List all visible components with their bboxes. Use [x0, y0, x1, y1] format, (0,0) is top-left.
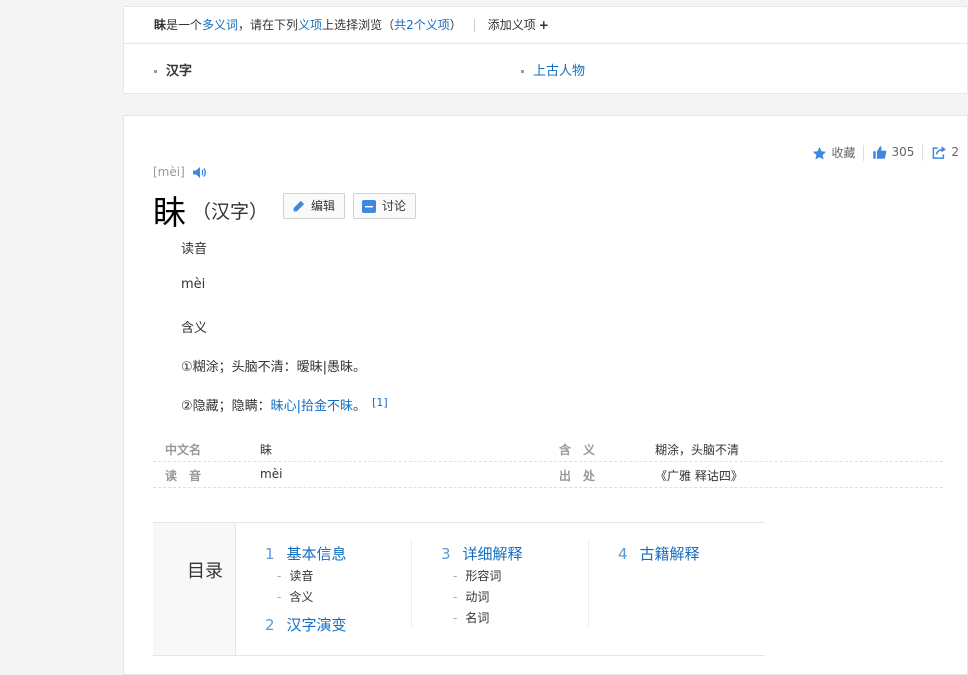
- reading-value: mèi: [181, 277, 206, 292]
- catalog-label: 汉字演变: [286, 616, 347, 634]
- catalog-title: 目录: [187, 561, 223, 582]
- edit-button[interactable]: 编辑: [283, 193, 346, 219]
- bullet-icon: [154, 70, 157, 73]
- catalog-item-detail[interactable]: 3 详细解释: [441, 543, 523, 564]
- catalog-number: 1: [265, 545, 275, 563]
- polysemy-bar: 眛是一个多义词，请在下列义项上选择浏览（共2个义项） 添加义项 +: [124, 7, 967, 44]
- catalog-sublabel: 读音: [289, 569, 314, 583]
- catalog-subitem-adjective[interactable]: - 形容词: [453, 567, 501, 584]
- basic-info-value: 糊涂，头脑不清: [655, 443, 740, 457]
- main-content: 收藏 305 2 [mèi] 眛 （汉字） 编辑 讨论 读音 mèi 含义 ①糊涂…: [123, 115, 968, 675]
- meaning-1: ①糊涂；头脑不清：暧昧|愚昧。: [181, 360, 367, 375]
- catalog-subitem-meaning[interactable]: - 含义: [277, 588, 313, 605]
- catalog-sublabel: 名词: [465, 611, 490, 625]
- polysemy-text: ，请在下列: [238, 18, 299, 32]
- catalog-number: 4: [618, 545, 628, 563]
- item-link[interactable]: 义项: [298, 18, 322, 32]
- meaning-2-end: 。: [353, 399, 367, 414]
- favorite-label: 收藏: [831, 146, 856, 160]
- catalog-subitem-noun[interactable]: - 名词: [453, 609, 489, 626]
- divider: [588, 539, 589, 627]
- edit-label: 编辑: [311, 199, 336, 213]
- meaning-2-link[interactable]: 昧心|拾金不昧: [271, 399, 353, 414]
- basic-info-name: 读 音: [165, 469, 202, 483]
- catalog-header: 目录: [153, 523, 236, 655]
- basic-info-row: 中文名 眛 含 义 糊涂，头脑不清: [153, 436, 943, 462]
- favorite-button[interactable]: 收藏: [812, 144, 855, 161]
- speaker-icon[interactable]: [192, 167, 206, 178]
- catalog-item-evolution[interactable]: 2 汉字演变: [265, 614, 347, 635]
- polysemy-word: 眛: [154, 18, 167, 32]
- catalog-sublabel: 动词: [465, 590, 490, 604]
- catalog-number: 2: [265, 616, 275, 634]
- catalog-subitem-reading[interactable]: - 读音: [277, 567, 313, 584]
- divider: [922, 144, 924, 161]
- catalog-item-ancient[interactable]: 4 古籍解释: [618, 543, 700, 564]
- bullet-icon: [521, 70, 524, 73]
- pinyin-text: [mèi]: [153, 165, 185, 179]
- catalog-number: 3: [441, 545, 451, 563]
- catalog-label: 古籍解释: [639, 545, 700, 563]
- basic-info-row: 读 音 mèi 出 处 《广雅 释诂四》: [153, 462, 943, 488]
- catalog-sublabel: 形容词: [465, 569, 502, 583]
- star-icon: [813, 146, 827, 160]
- share-icon: [932, 146, 947, 159]
- plus-icon: +: [538, 18, 549, 32]
- polysemy-item-hanzi[interactable]: 汉字: [154, 60, 192, 79]
- add-item-button[interactable]: 添加义项 +: [488, 18, 549, 32]
- item-count-link[interactable]: 共2个义项: [394, 18, 450, 32]
- divider: [473, 19, 475, 32]
- pencil-icon: [293, 200, 305, 212]
- polysemy-text: 是一个: [166, 18, 203, 32]
- basic-info-name: 含 义: [559, 443, 596, 457]
- meaning-2: ②隐藏；隐瞒：昧心|拾金不昧。 [1]: [181, 395, 388, 414]
- add-item-label: 添加义项: [487, 18, 536, 32]
- polysemy-link[interactable]: 多义词: [202, 18, 238, 32]
- basic-info: 中文名 眛 含 义 糊涂，头脑不清 读 音 mèi 出 处 《广雅 释诂四》: [153, 436, 943, 488]
- share-button[interactable]: 2: [931, 145, 959, 160]
- discuss-label: 讨论: [382, 199, 407, 213]
- basic-info-name: 出 处: [559, 469, 596, 483]
- discuss-button[interactable]: 讨论: [353, 193, 417, 219]
- like-button[interactable]: 305: [872, 145, 914, 160]
- polysemy-items: 汉字 上古人物: [124, 44, 967, 94]
- entry-title: 眛 （汉字）: [153, 186, 268, 234]
- polysemy-item-label[interactable]: 上古人物: [533, 64, 585, 79]
- entry-pinyin: [mèi]: [153, 165, 206, 179]
- heading-meaning: 含义: [181, 321, 208, 336]
- divider: [411, 539, 412, 627]
- basic-info-name: 中文名: [165, 443, 202, 457]
- catalog-sublabel: 含义: [289, 590, 314, 604]
- toolbar: 收藏 305 2: [812, 144, 959, 161]
- polysemy-text: ）: [449, 18, 462, 32]
- basic-info-value: mèi: [260, 467, 283, 481]
- like-count: 305: [891, 145, 915, 159]
- catalog-label: 详细解释: [462, 545, 523, 563]
- polysemy-text: 上选择浏览（: [322, 18, 395, 32]
- catalog-subitem-verb[interactable]: - 动词: [453, 588, 489, 605]
- polysemy-item-ancient-figure[interactable]: 上古人物: [521, 60, 585, 79]
- polysemy-item-label: 汉字: [166, 64, 193, 79]
- meaning-2-text: ②隐藏；隐瞒：: [181, 399, 271, 414]
- basic-info-value: 《广雅 释诂四》: [655, 469, 743, 483]
- catalog-item-basic-info[interactable]: 1 基本信息: [265, 543, 347, 564]
- page-subtitle: （汉字）: [192, 200, 269, 223]
- heading-reading: 读音: [181, 242, 208, 257]
- page-title: 眛: [153, 193, 186, 232]
- basic-info-value: 眛: [260, 443, 273, 457]
- share-count: 2: [951, 145, 959, 159]
- polysemy-box: 眛是一个多义词，请在下列义项上选择浏览（共2个义项） 添加义项 + 汉字 上古人物: [123, 6, 968, 94]
- catalog: 目录 1 基本信息 - 读音 - 含义 2 汉字演变 3 详细解释 - 形容词 - 动词 -名…: [153, 522, 765, 656]
- reference-link[interactable]: [1]: [372, 396, 388, 409]
- chat-icon: [362, 200, 376, 213]
- thumbs-up-icon: [873, 146, 887, 159]
- catalog-label: 基本信息: [286, 545, 347, 563]
- divider: [863, 144, 865, 161]
